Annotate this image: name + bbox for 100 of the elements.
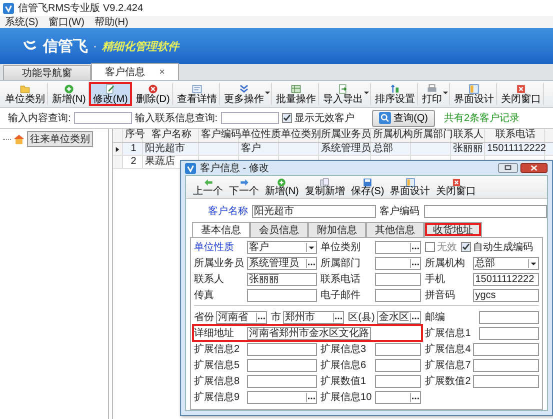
- field-label: 手机: [425, 272, 446, 286]
- input-field[interactable]: [247, 288, 317, 302]
- toolbar-button[interactable]: 更多操作: [220, 82, 272, 106]
- toolbar-button[interactable]: 关闭窗口: [433, 176, 480, 198]
- toolbar-button[interactable]: 保存(S): [348, 176, 388, 198]
- tree-item[interactable]: 往来单位类别: [27, 131, 93, 147]
- input-field[interactable]: [374, 358, 422, 372]
- toolbar-button[interactable]: 下一个: [226, 176, 262, 198]
- dropdown-field[interactable]: 总部: [473, 256, 539, 270]
- tab[interactable]: 功能导航窗: [3, 65, 91, 80]
- plus-icon: [64, 84, 74, 94]
- input-field[interactable]: 阳光超市: [252, 204, 376, 218]
- tab[interactable]: 收货地址: [424, 222, 482, 237]
- sort-icon: [390, 84, 400, 94]
- toolbar-button[interactable]: 关闭窗口: [496, 82, 544, 106]
- search-label: 输入内容查询:: [8, 112, 71, 125]
- checkbox[interactable]: [425, 242, 436, 252]
- input-field[interactable]: [424, 204, 547, 218]
- search-icon: [378, 112, 391, 124]
- input-field[interactable]: [374, 342, 422, 356]
- field-label: 客户编码: [380, 204, 420, 218]
- toolbar-button[interactable]: 界面设计: [387, 176, 434, 198]
- input-field[interactable]: [479, 326, 539, 340]
- toolbar-button[interactable]: 批量操作: [272, 82, 319, 106]
- tab[interactable]: 附加信息: [308, 222, 366, 237]
- lookup-field[interactable]: [374, 256, 422, 270]
- toolbar-button[interactable]: 单位类别: [1, 82, 48, 106]
- caret-icon: [364, 90, 369, 95]
- column-header[interactable]: 单位性质: [239, 129, 279, 142]
- tab[interactable]: 客户信息 ×: [91, 63, 179, 80]
- toolbar-button[interactable]: 上一个: [190, 176, 226, 198]
- column-header[interactable]: 所属机构: [371, 129, 411, 142]
- record-count: 共有2条客户记录: [444, 112, 520, 125]
- close-tab-button[interactable]: ×: [159, 66, 165, 78]
- dropdown-field[interactable]: 客户: [247, 240, 317, 254]
- field-label: 扩展信息3: [320, 342, 368, 356]
- row-header[interactable]: [113, 143, 123, 155]
- column-header[interactable]: 单位类别: [279, 129, 319, 142]
- input-field[interactable]: [473, 374, 539, 388]
- tab[interactable]: 基本信息: [192, 222, 250, 237]
- search-field[interactable]: [74, 112, 132, 124]
- caret-icon: [264, 90, 270, 95]
- field-label: 扩展数值1: [320, 374, 368, 388]
- menu-item[interactable]: 窗口(W): [48, 15, 84, 29]
- toolbar-button[interactable]: 导入导出: [318, 82, 371, 106]
- toolbar-button[interactable]: 排序设置: [370, 82, 418, 106]
- input-field[interactable]: [247, 342, 317, 356]
- more-icon: [410, 258, 420, 268]
- input-field[interactable]: 张丽丽: [247, 272, 317, 286]
- lookup-field[interactable]: [247, 390, 317, 404]
- checkbox[interactable]: [282, 113, 292, 123]
- lookup-field[interactable]: [374, 240, 422, 254]
- table-cell: 张丽丽: [451, 143, 485, 155]
- input-field[interactable]: [374, 272, 422, 286]
- tab[interactable]: 其他信息: [366, 222, 424, 237]
- more-icon: [333, 312, 344, 322]
- toolbar-button[interactable]: 新增(N): [262, 176, 302, 198]
- field-label: 扩展信息10: [320, 390, 373, 404]
- input-field[interactable]: [374, 374, 422, 388]
- close-button[interactable]: [520, 163, 548, 173]
- input-field[interactable]: [473, 342, 539, 356]
- input-field[interactable]: [473, 358, 539, 372]
- field-label: 扩展信息2: [194, 342, 241, 356]
- column-header[interactable]: 序号: [123, 129, 143, 142]
- input-field[interactable]: [247, 374, 317, 388]
- column-header[interactable]: 客户编码: [199, 129, 239, 142]
- toolbar-button[interactable]: 删除(D): [132, 82, 173, 106]
- lookup-field[interactable]: [374, 390, 422, 404]
- toolbar-button[interactable]: 查看详情: [172, 82, 220, 106]
- table-cell: 15011112222: [485, 143, 545, 155]
- input-field[interactable]: 河南省郑州市金水区文化路: [247, 326, 372, 340]
- checkbox[interactable]: [461, 242, 472, 252]
- toolbar-button[interactable]: 修改(M): [88, 82, 132, 106]
- column-header[interactable]: 所属部门: [411, 129, 451, 142]
- toolbar-button[interactable]: 打印: [418, 82, 450, 106]
- input-field[interactable]: 15011112222: [473, 272, 539, 286]
- input-field[interactable]: [374, 288, 422, 302]
- search-field[interactable]: [220, 112, 279, 124]
- input-field[interactable]: ygcs: [473, 288, 539, 302]
- lookup-field[interactable]: 金水区: [376, 310, 422, 324]
- query-button[interactable]: 查询(Q): [372, 110, 436, 126]
- toolbar-button[interactable]: 界面设计: [450, 82, 497, 106]
- lookup-field[interactable]: 郑州市: [283, 310, 344, 324]
- table-cell: 系统管理员: [319, 143, 371, 155]
- input-field[interactable]: [479, 310, 539, 324]
- menu-item[interactable]: 系统(S): [5, 15, 38, 29]
- column-header[interactable]: 所属业务员: [319, 129, 371, 142]
- toolbar-button[interactable]: 复制新增: [302, 176, 348, 198]
- input-field[interactable]: [247, 358, 317, 372]
- dialog-title: 客户信息 - 修改: [200, 162, 269, 175]
- field-label: 所属机构: [425, 256, 466, 270]
- column-header[interactable]: 联系人: [451, 129, 485, 142]
- menu-item[interactable]: 帮助(H): [94, 15, 128, 29]
- lookup-field[interactable]: 系统管理员: [247, 256, 317, 270]
- column-header[interactable]: 联系电话: [485, 129, 545, 142]
- restore-button[interactable]: [498, 163, 518, 173]
- tab[interactable]: 会员信息: [250, 222, 308, 237]
- table-cell: 客户: [239, 143, 279, 155]
- column-header[interactable]: 客户名称: [143, 129, 199, 142]
- lookup-field[interactable]: 河南省: [216, 310, 268, 324]
